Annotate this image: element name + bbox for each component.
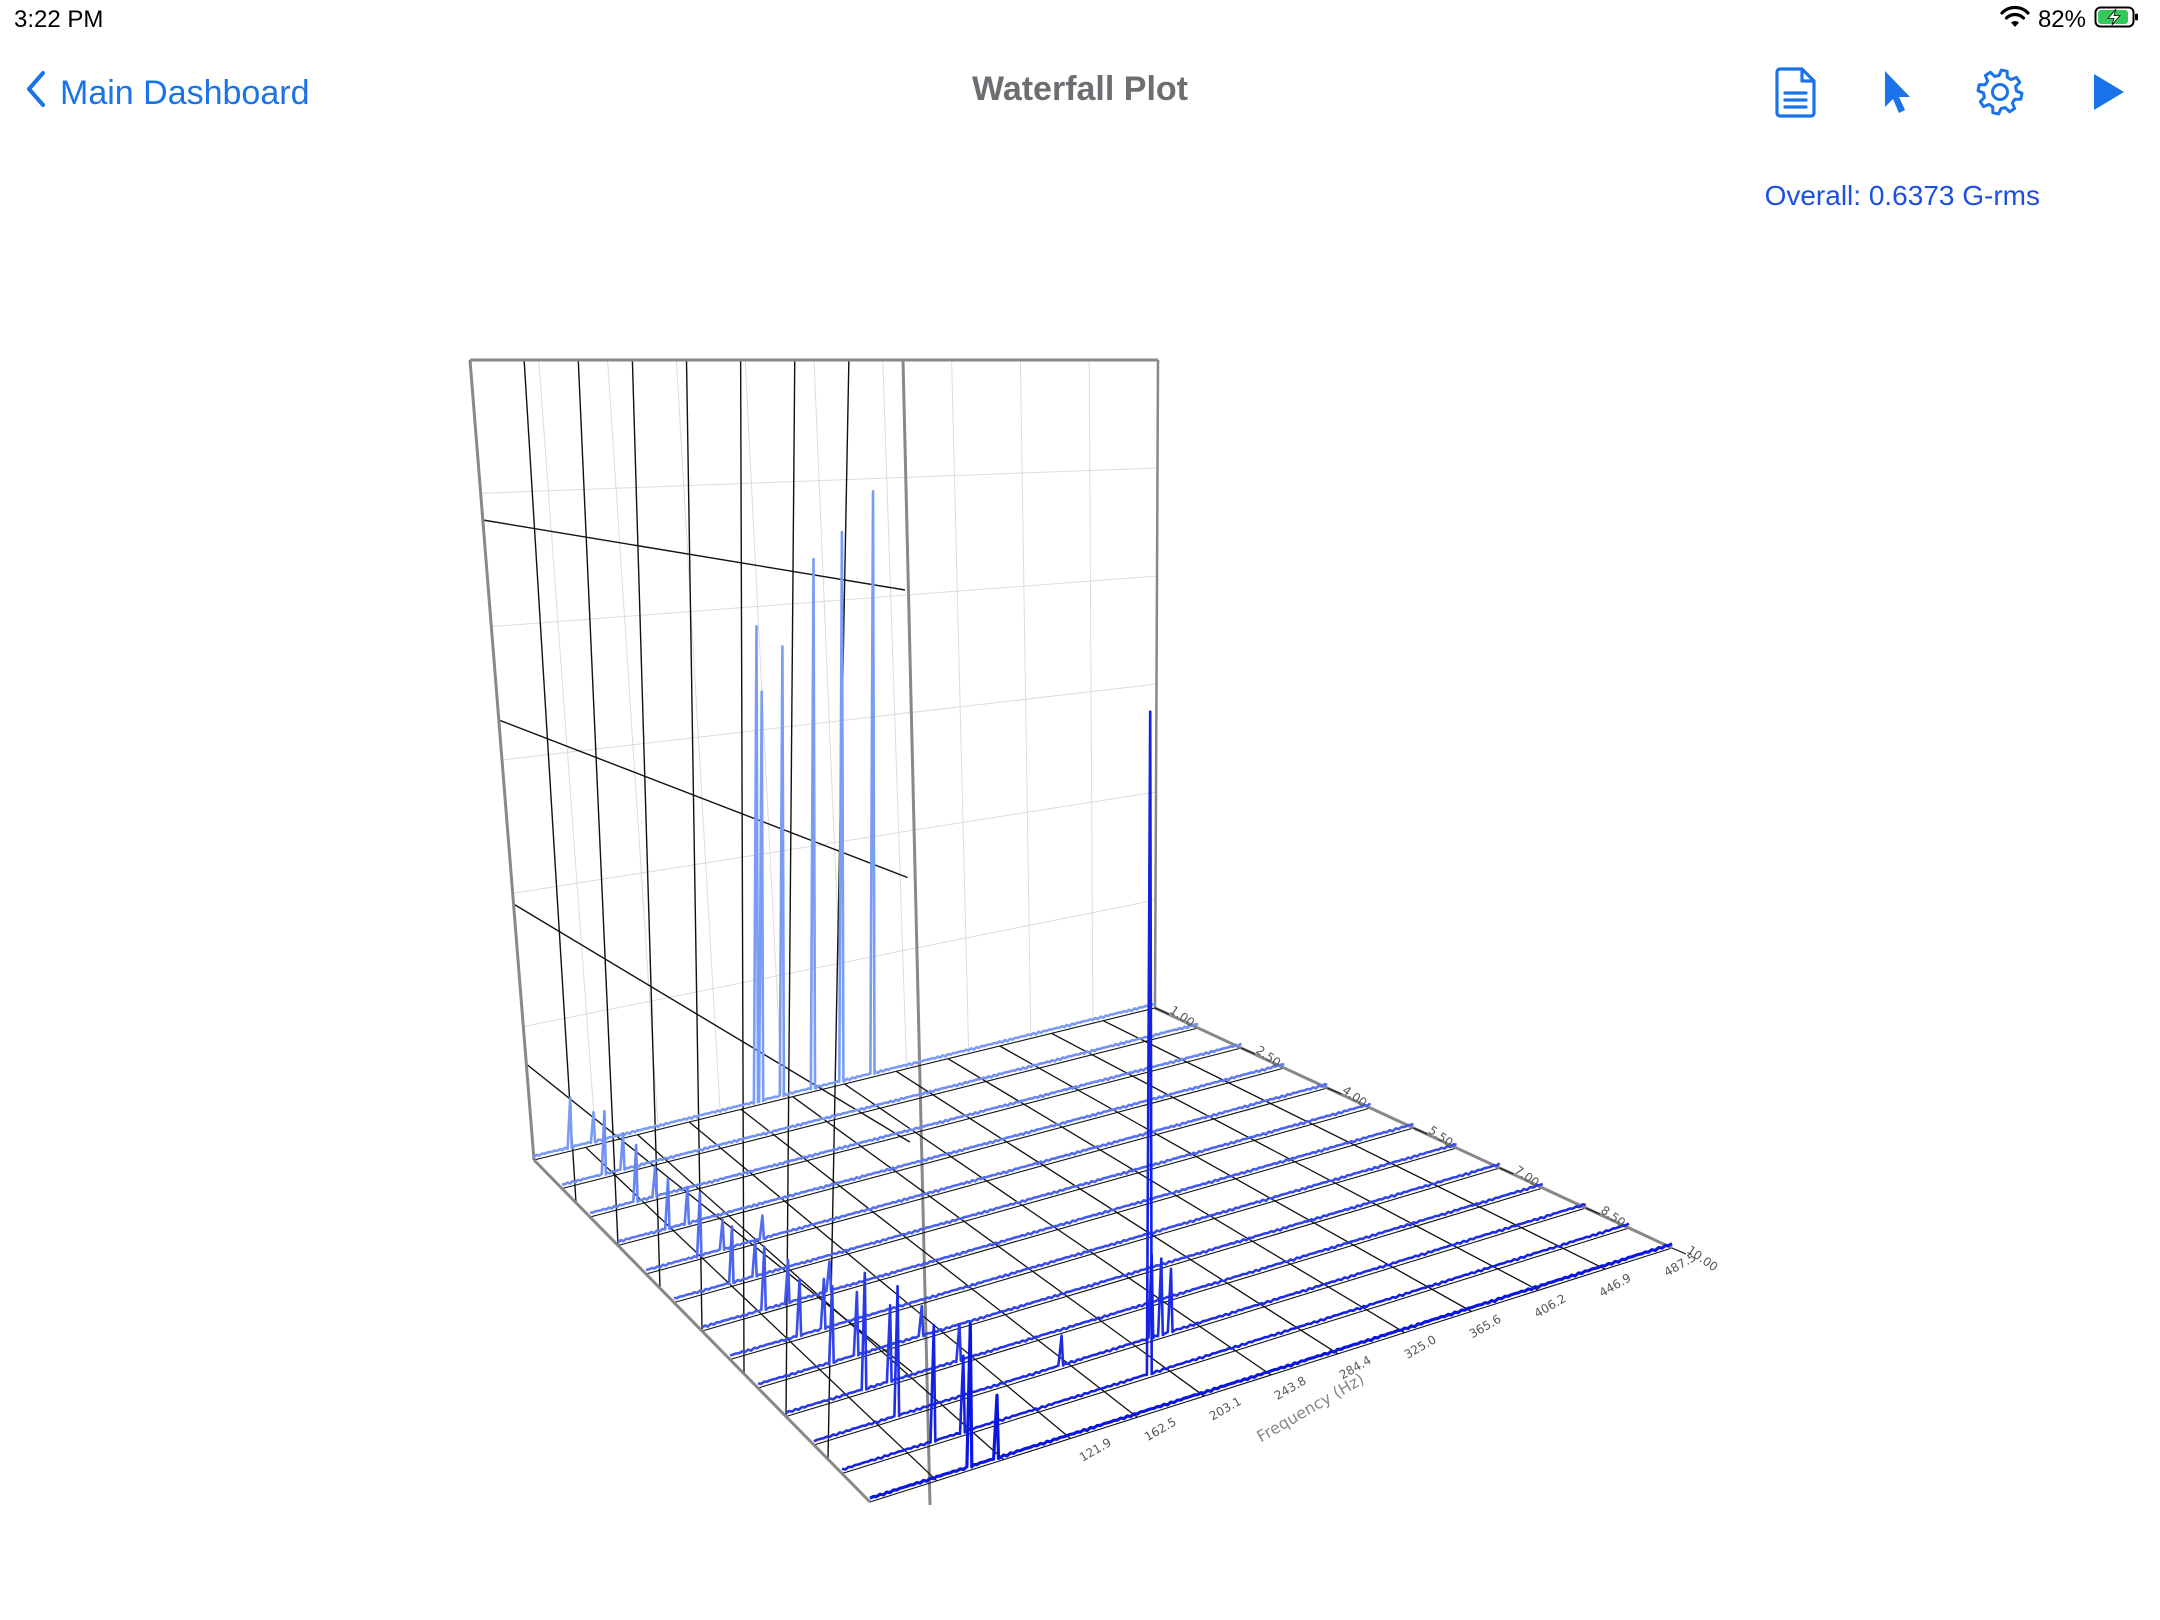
side-wall-back-edge [468,359,536,1161]
frequency-tick-label: 365.6 [1467,1312,1504,1341]
time-tick-mark [1671,1247,1687,1255]
back-wall-gridline [501,683,1157,761]
side-wall-gridline [785,359,796,1417]
time-tick-mark [1585,1207,1601,1215]
side-wall-gridline [513,903,911,1143]
time-tick-mark [1327,1087,1342,1095]
frequency-tick-label: 121.9 [1077,1435,1114,1464]
floor-gridline-time [673,1107,1371,1304]
frequency-tick-label: 446.9 [1597,1271,1634,1300]
spectrum-series-line [617,1063,1285,1244]
spectrum-series-line [813,1203,1587,1443]
time-tick-mark [1154,1007,1170,1015]
side-wall-gridline [498,719,908,879]
floor-gridline-time [869,1247,1673,1503]
frequency-tick-label: 243.8 [1272,1374,1309,1403]
frequency-axis-title: Frequency (Hz) [1253,1369,1367,1446]
time-tick-mark [1240,1047,1256,1055]
time-tick-mark [1499,1167,1514,1175]
side-wall-gridline [739,359,745,1374]
frequency-tick-label: 325.0 [1402,1332,1439,1361]
frequency-tick-label: 162.5 [1142,1415,1179,1444]
waterfall-chart[interactable]: 121.9162.5203.1243.8284.4325.0365.6406.2… [0,0,2160,1620]
back-wall-gridline [491,575,1158,628]
spectrum-series-line [757,1162,1501,1386]
frequency-tick-label: 203.1 [1207,1394,1244,1423]
floor-gridline-time [561,1027,1199,1190]
axis-labels: 121.9162.5203.1243.8284.4325.0365.6406.2… [1077,1003,1720,1465]
series-layer [533,489,1673,1500]
side-wall-gridline [523,359,577,1203]
floor-gridline-time [729,1147,1457,1361]
side-wall-gridline [577,359,619,1246]
spectrum-series-line [869,1242,1673,1500]
back-wall-gridline [512,791,1157,894]
frequency-tick-label: 406.2 [1532,1291,1569,1320]
back-wall-right-edge [1153,359,1160,1009]
time-tick-mark [1413,1127,1428,1135]
